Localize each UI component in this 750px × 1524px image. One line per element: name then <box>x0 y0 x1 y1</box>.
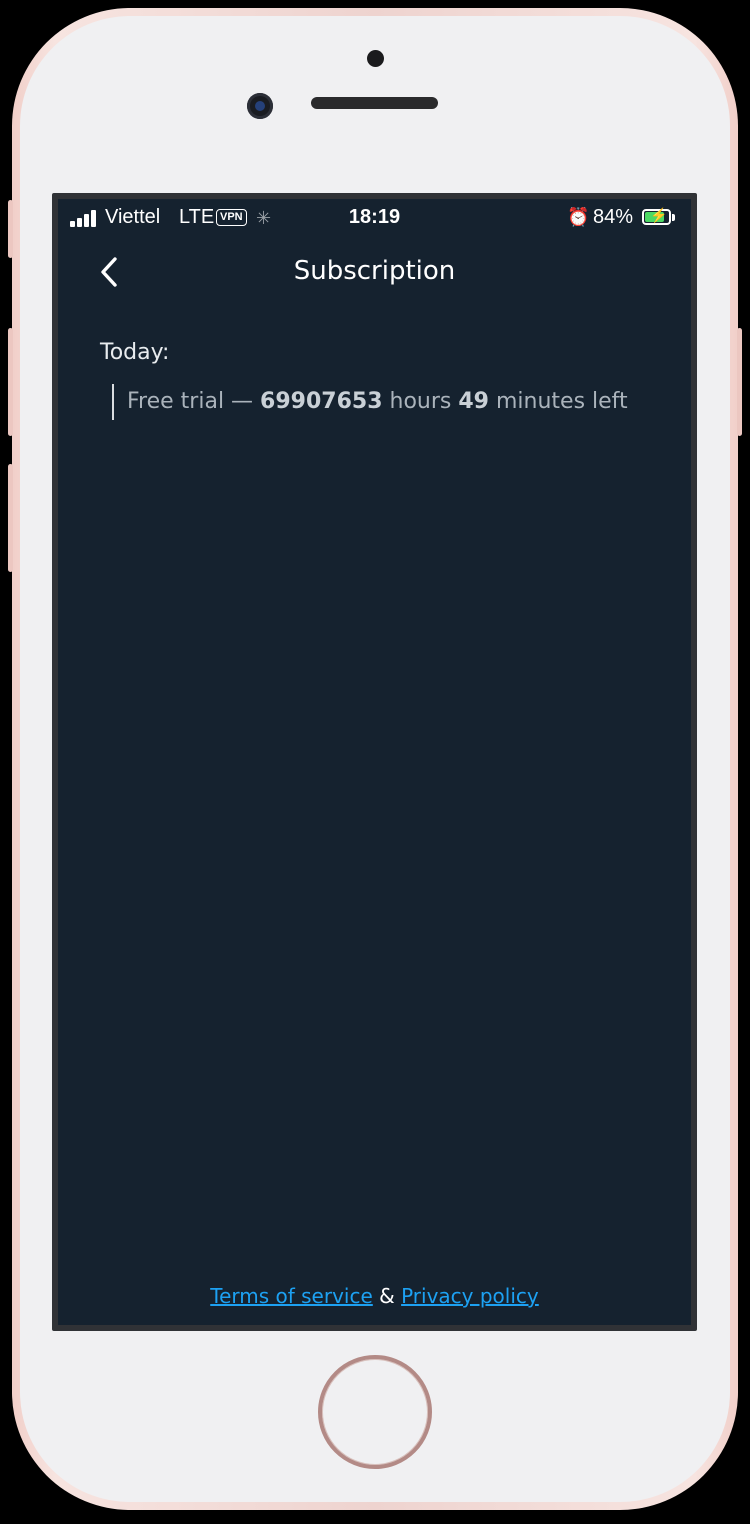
proximity-sensor <box>367 50 384 67</box>
trial-prefix: Free trial — <box>127 389 261 414</box>
charging-bolt-icon: ⚡ <box>650 207 668 223</box>
battery-percent: 84% <box>593 206 634 228</box>
minutes-value: 49 <box>458 389 489 414</box>
power-button <box>737 328 742 436</box>
volume-up-button <box>8 328 13 436</box>
status-bar: Viettel LTE VPN ✳ 18:19 ⏰ 84% ⚡ <box>58 199 691 239</box>
home-button[interactable] <box>318 1355 432 1469</box>
navigation-bar: Subscription <box>58 239 691 305</box>
app-screen: Viettel LTE VPN ✳ 18:19 ⏰ 84% ⚡ Subscrip… <box>58 199 691 1325</box>
page-title: Subscription <box>293 256 456 286</box>
volume-down-button <box>8 464 13 572</box>
battery-tip <box>672 214 675 221</box>
today-label: Today: <box>100 340 170 365</box>
alarm-icon: ⏰ <box>567 207 590 227</box>
trial-status: Free trial — 69907653 hours 49 minutes l… <box>112 384 628 420</box>
mute-switch <box>8 200 13 258</box>
footer-separator: & <box>372 1284 402 1308</box>
hours-value: 69907653 <box>260 389 383 414</box>
privacy-policy-link[interactable]: Privacy policy <box>401 1284 539 1308</box>
battery-icon: ⚡ <box>642 207 671 225</box>
hours-unit: hours <box>382 389 459 414</box>
minutes-unit: minutes left <box>488 389 628 414</box>
legal-footer: Terms of service & Privacy policy <box>58 1284 691 1308</box>
terms-of-service-link[interactable]: Terms of service <box>210 1284 373 1308</box>
earpiece-speaker <box>311 97 438 109</box>
front-camera <box>247 93 273 119</box>
